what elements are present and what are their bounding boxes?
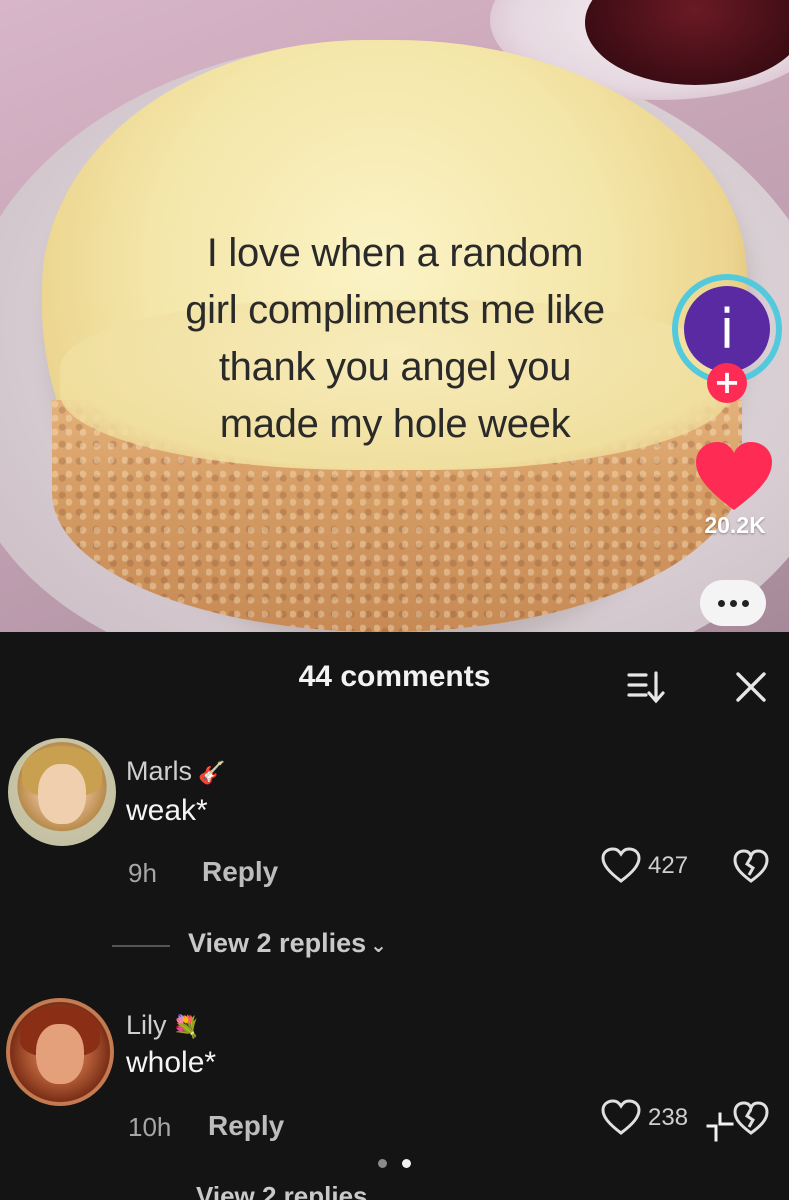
comment-username[interactable]: Marls 🎸 <box>126 756 225 787</box>
creator-avatar-glyph: i <box>684 286 770 372</box>
heart-outline-icon[interactable] <box>600 846 642 884</box>
avatar-face <box>38 764 86 824</box>
avatar[interactable] <box>8 738 116 846</box>
comment-time: 9h <box>128 858 157 888</box>
heart-icon[interactable] <box>694 440 774 512</box>
heart-outline-icon[interactable] <box>600 1098 642 1136</box>
guitar-icon: 🎸 <box>198 760 226 785</box>
more-icon[interactable] <box>700 580 766 626</box>
username-text: Lily <box>126 1010 167 1040</box>
cursor-icon <box>706 1112 734 1142</box>
reply-button[interactable]: Reply <box>208 1110 284 1142</box>
comment-username[interactable]: Lily 💐 <box>126 1010 200 1041</box>
avatar[interactable] <box>6 998 114 1106</box>
dislike-icon[interactable] <box>732 848 770 884</box>
video-caption: I love when a random girl compliments me… <box>185 231 605 446</box>
username-text: Marls <box>126 756 192 786</box>
comments-title: 44 comments <box>298 660 491 693</box>
like-count: 20.2K <box>704 512 766 538</box>
dislike-icon[interactable] <box>732 1100 770 1136</box>
bouquet-icon: 💐 <box>172 1014 200 1039</box>
chevron-down-icon: ⌄ <box>370 935 387 957</box>
view-replies-label: View 2 replies <box>188 928 367 958</box>
comment-text: whole* <box>126 1046 217 1079</box>
comment-like-count: 238 <box>648 1104 689 1131</box>
comment-text: weak* <box>126 794 208 827</box>
view-replies-button[interactable]: View 2 replies ⌄ <box>188 928 387 959</box>
close-icon[interactable] <box>734 670 768 704</box>
comment-like-count: 427 <box>648 852 689 879</box>
comment-time: 10h <box>128 1112 172 1142</box>
avatar-face <box>36 1024 84 1084</box>
replies-divider <box>112 945 170 947</box>
reply-button[interactable]: Reply <box>202 856 278 888</box>
video-player[interactable]: I love when a random girl compliments me… <box>0 0 789 632</box>
sort-icon[interactable] <box>626 670 666 704</box>
view-replies-label[interactable]: View 2 replies <box>196 1180 368 1200</box>
loading-dots-icon <box>376 1156 416 1170</box>
follow-button[interactable]: + <box>707 363 747 403</box>
